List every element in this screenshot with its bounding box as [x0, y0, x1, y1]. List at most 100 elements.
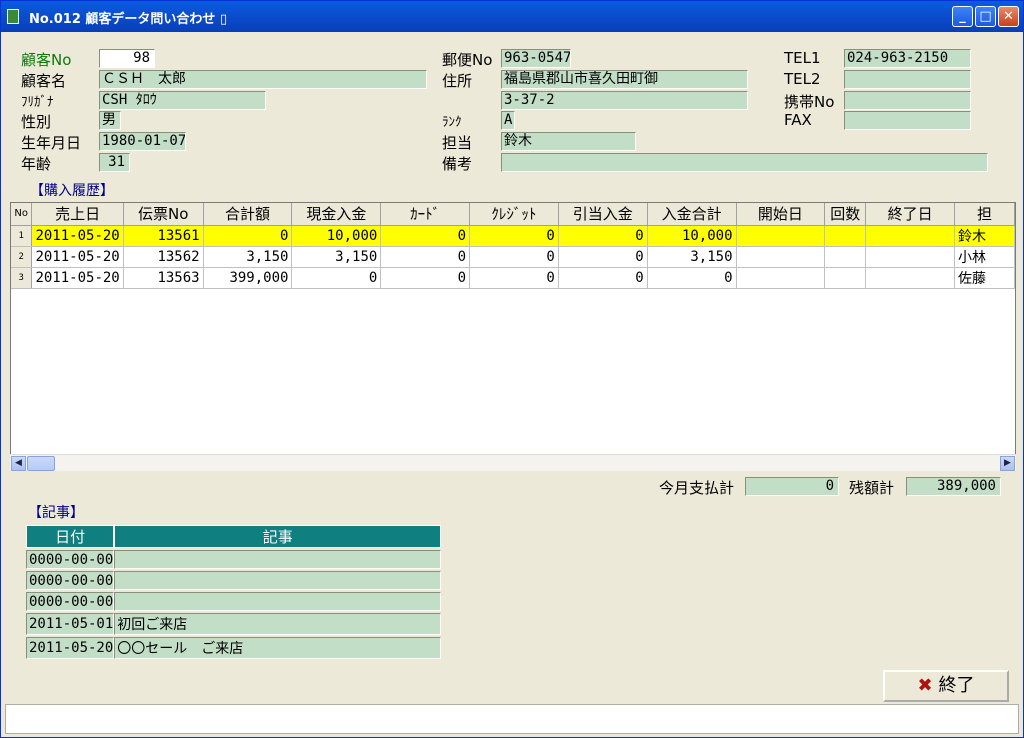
column-header-start-date[interactable]: 開始日: [736, 203, 826, 226]
cell-paid-total[interactable]: 0: [647, 267, 737, 289]
cell-card[interactable]: 0: [380, 246, 471, 268]
scroll-thumb[interactable]: [27, 456, 55, 471]
cell-start-date[interactable]: [736, 246, 826, 268]
memo-date-cell[interactable]: 2011-05-20: [26, 637, 115, 659]
cell-credit[interactable]: 0: [469, 225, 559, 247]
cell-cash[interactable]: 0: [291, 267, 382, 289]
memo-row[interactable]: 2011-05-20 〇〇セール ご来店: [26, 637, 442, 659]
memo-row[interactable]: 0000-00-00: [26, 592, 442, 611]
cell-start-date[interactable]: [736, 267, 826, 289]
cell-cash[interactable]: 3,150: [291, 246, 382, 268]
cell-sale-date[interactable]: 2011-05-20: [31, 267, 124, 289]
fax-field[interactable]: [844, 111, 971, 130]
tel1-field[interactable]: 024-963-2150: [844, 49, 971, 68]
memo-row[interactable]: 2011-05-01 初回ご来店: [26, 613, 442, 635]
purchase-history-grid[interactable]: No 売上日 伝票No 合計額 現金入金 ｶｰﾄﾞ ｸﾚｼﾞｯﾄ 引当入金 入金…: [10, 202, 1016, 471]
column-header-count[interactable]: 回数: [824, 203, 867, 226]
column-header-credit[interactable]: ｸﾚｼﾞｯﾄ: [469, 203, 559, 226]
address-line2-field[interactable]: 3-37-2: [501, 91, 748, 110]
column-header-staff[interactable]: 担: [954, 203, 1015, 226]
cell-credit[interactable]: 0: [469, 267, 559, 289]
cell-credit[interactable]: 0: [469, 246, 559, 268]
end-button[interactable]: ✖ 終了: [883, 670, 1009, 702]
column-header-total[interactable]: 合計額: [203, 203, 293, 226]
column-header-card[interactable]: ｶｰﾄﾞ: [380, 203, 471, 226]
scroll-left-button[interactable]: ◀: [11, 456, 26, 471]
memo-date-cell[interactable]: 2011-05-01: [26, 613, 115, 635]
cell-total[interactable]: 399,000: [203, 267, 293, 289]
cell-end-date[interactable]: [865, 246, 956, 268]
zip-field[interactable]: 963-0547: [501, 49, 571, 68]
address-line1-field[interactable]: 福島県郡山市喜久田町御: [501, 70, 748, 89]
cell-staff[interactable]: 小林: [954, 246, 1015, 268]
cell-count[interactable]: [824, 225, 867, 247]
age-field[interactable]: 31: [99, 153, 130, 172]
cell-slip-no[interactable]: 13562: [123, 246, 204, 268]
memo-text-cell[interactable]: 初回ご来店: [114, 613, 442, 635]
memo-text-cell[interactable]: [114, 550, 442, 569]
cell-total[interactable]: 0: [203, 225, 293, 247]
note-field[interactable]: [501, 153, 988, 172]
column-header-allocation[interactable]: 引当入金: [558, 203, 648, 226]
cell-paid-total[interactable]: 10,000: [647, 225, 737, 247]
mobile-field[interactable]: [844, 91, 971, 110]
rank-field[interactable]: A: [501, 111, 515, 130]
cell-end-date[interactable]: [865, 225, 956, 247]
birthdate-field[interactable]: 1980-01-07: [99, 132, 186, 151]
kana-field[interactable]: CSH ﾀﾛｳ: [99, 91, 266, 110]
staff-field[interactable]: 鈴木: [501, 132, 636, 151]
cell-card[interactable]: 0: [380, 267, 471, 289]
column-header-paid-total[interactable]: 入金合計: [647, 203, 737, 226]
table-row[interactable]: 1 2011-05-20 13561 0 10,000 0 0 0 10,000…: [11, 225, 1015, 247]
cell-total[interactable]: 3,150: [203, 246, 293, 268]
cell-cash[interactable]: 10,000: [291, 225, 382, 247]
end-button-label: 終了: [938, 675, 975, 696]
sex-field[interactable]: 男: [99, 111, 121, 130]
cell-slip-no[interactable]: 13563: [123, 267, 204, 289]
cell-paid-total[interactable]: 3,150: [647, 246, 737, 268]
cell-count[interactable]: [824, 267, 867, 289]
memo-date-cell[interactable]: 0000-00-00: [26, 550, 115, 569]
tel2-field[interactable]: [844, 70, 971, 89]
cell-sale-date[interactable]: 2011-05-20: [31, 225, 124, 247]
table-row[interactable]: 3 2011-05-20 13563 399,000 0 0 0 0 0 佐藤: [11, 267, 1015, 289]
month-total-field[interactable]: 0: [745, 477, 839, 496]
cell-count[interactable]: [824, 246, 867, 268]
close-x-icon: ✖: [917, 675, 933, 696]
rank-label: ﾗﾝｸ: [442, 115, 462, 130]
customer-no-field[interactable]: 98: [99, 49, 155, 68]
column-header-no[interactable]: No: [11, 203, 33, 226]
cell-staff[interactable]: 佐藤: [954, 267, 1015, 289]
memo-text-cell[interactable]: [114, 592, 442, 611]
cell-end-date[interactable]: [865, 267, 956, 289]
cell-allocation[interactable]: 0: [558, 246, 648, 268]
column-header-end-date[interactable]: 終了日: [865, 203, 956, 226]
cell-slip-no[interactable]: 13561: [123, 225, 204, 247]
row-number: 2: [11, 246, 33, 268]
title-bar[interactable]: No.012 顧客データ問い合わせ ▯ _ □ ✕: [1, 1, 1023, 32]
cell-allocation[interactable]: 0: [558, 225, 648, 247]
memo-row[interactable]: 0000-00-00: [26, 550, 442, 569]
cell-staff[interactable]: 鈴木: [954, 225, 1015, 247]
customer-name-field[interactable]: ＣＳＨ 太郎: [99, 70, 427, 89]
cell-card[interactable]: 0: [380, 225, 471, 247]
memo-date-cell[interactable]: 0000-00-00: [26, 592, 115, 611]
balance-total-field[interactable]: 389,000: [906, 477, 1001, 496]
memo-date-cell[interactable]: 0000-00-00: [26, 571, 115, 590]
table-row[interactable]: 2 2011-05-20 13562 3,150 3,150 0 0 0 3,1…: [11, 246, 1015, 268]
column-header-sale-date[interactable]: 売上日: [31, 203, 124, 226]
scroll-right-button[interactable]: ▶: [1000, 456, 1015, 471]
horizontal-scrollbar[interactable]: ◀ ▶: [10, 454, 1016, 471]
close-button[interactable]: ✕: [998, 6, 1019, 27]
main-window: No.012 顧客データ問い合わせ ▯ _ □ ✕ 顧客No 98 顧客名 ＣＳ…: [0, 0, 1024, 738]
maximize-button[interactable]: □: [975, 6, 996, 27]
column-header-cash[interactable]: 現金入金: [291, 203, 382, 226]
memo-row[interactable]: 0000-00-00: [26, 571, 442, 590]
memo-text-cell[interactable]: 〇〇セール ご来店: [114, 637, 442, 659]
memo-text-cell[interactable]: [114, 571, 442, 590]
cell-start-date[interactable]: [736, 225, 826, 247]
cell-allocation[interactable]: 0: [558, 267, 648, 289]
cell-sale-date[interactable]: 2011-05-20: [31, 246, 124, 268]
column-header-slip-no[interactable]: 伝票No: [123, 203, 204, 226]
minimize-button[interactable]: _: [952, 6, 973, 27]
